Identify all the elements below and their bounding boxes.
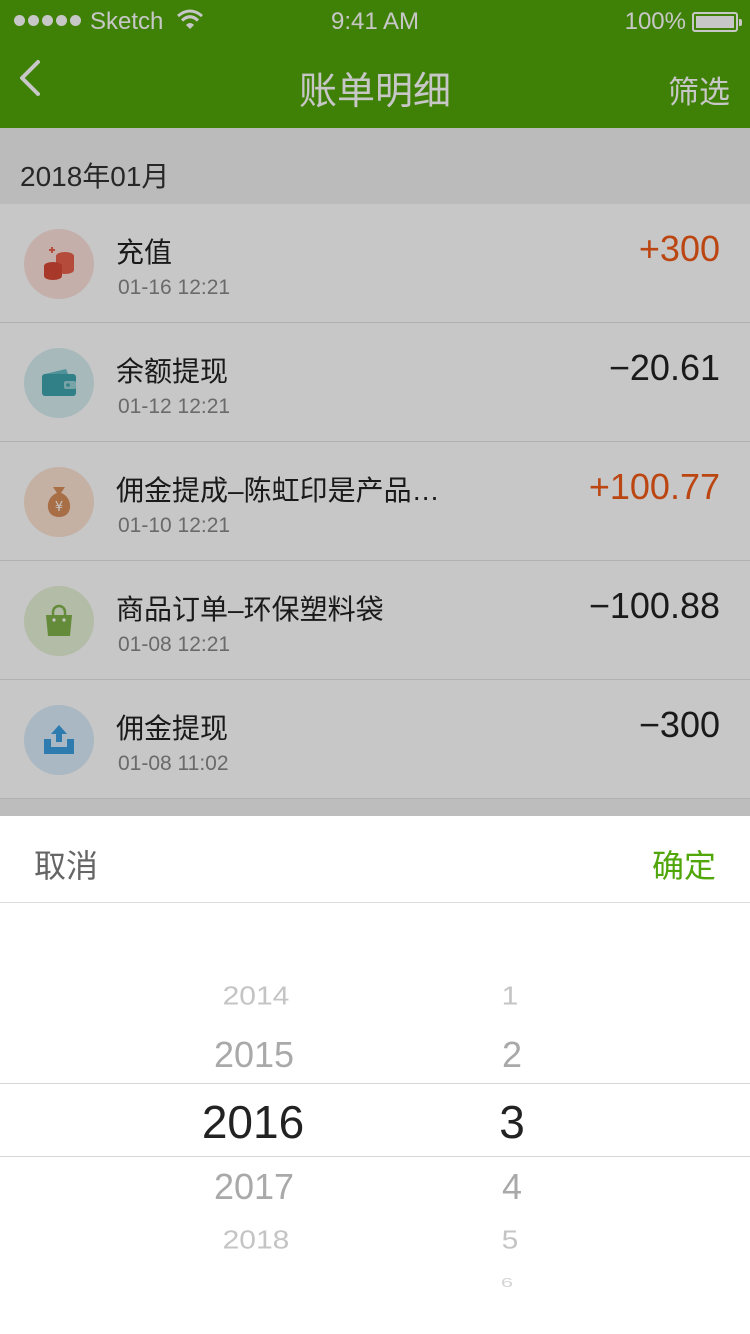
year-option[interactable]: 2014 xyxy=(196,983,316,1012)
month-option-selected[interactable]: 3 xyxy=(452,1095,572,1149)
date-picker-sheet: 取消 确定 2014 2015 2016 2017 2018 1 2 3 4 5… xyxy=(0,816,750,1334)
month-option[interactable]: 6 xyxy=(447,1275,567,1291)
modal-overlay[interactable] xyxy=(0,0,750,816)
year-option[interactable]: 2017 xyxy=(194,1166,314,1208)
year-option-selected[interactable]: 2016 xyxy=(193,1095,313,1149)
month-option[interactable]: 5 xyxy=(450,1227,570,1256)
confirm-button[interactable]: 确定 xyxy=(652,841,716,887)
cancel-button[interactable]: 取消 xyxy=(34,841,98,887)
month-option[interactable]: 2 xyxy=(452,1034,572,1076)
selection-line-bottom xyxy=(0,1156,750,1157)
picker-toolbar: 取消 确定 xyxy=(0,816,750,903)
year-option[interactable]: 2018 xyxy=(196,1227,316,1256)
selection-line-top xyxy=(0,1083,750,1084)
month-option[interactable]: 4 xyxy=(452,1166,572,1208)
year-option[interactable]: 2015 xyxy=(194,1034,314,1076)
month-option[interactable]: 1 xyxy=(450,983,570,1012)
